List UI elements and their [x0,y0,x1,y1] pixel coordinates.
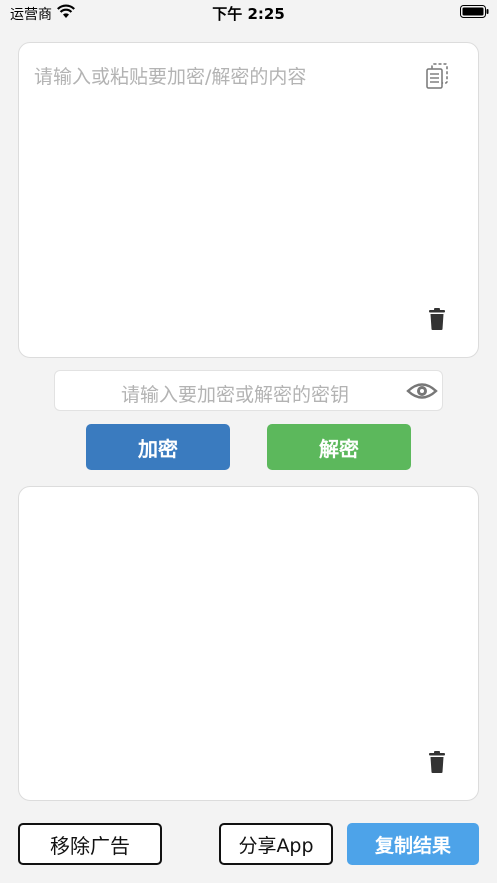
battery-icon [460,5,489,18]
output-text-area[interactable] [18,486,479,801]
copy-result-button[interactable]: 复制结果 [347,823,479,865]
status-bar: 运营商 下午 2:25 [0,0,497,28]
trash-icon[interactable] [427,751,447,773]
eye-icon[interactable] [406,379,438,403]
status-time: 下午 2:25 [212,5,285,23]
input-text-area[interactable]: 请输入或粘贴要加密/解密的内容 [18,42,479,358]
paste-icon[interactable] [423,61,451,91]
share-app-button[interactable]: 分享App [219,823,333,865]
decrypt-button[interactable]: 解密 [267,424,411,470]
key-placeholder: 请输入要加密或解密的密钥 [121,384,350,406]
input-placeholder: 请输入或粘贴要加密/解密的内容 [34,66,307,88]
key-input[interactable]: 请输入要加密或解密的密钥 [54,370,443,411]
encrypt-button[interactable]: 加密 [86,424,230,470]
remove-ads-button[interactable]: 移除广告 [18,823,162,865]
trash-icon[interactable] [427,308,447,330]
